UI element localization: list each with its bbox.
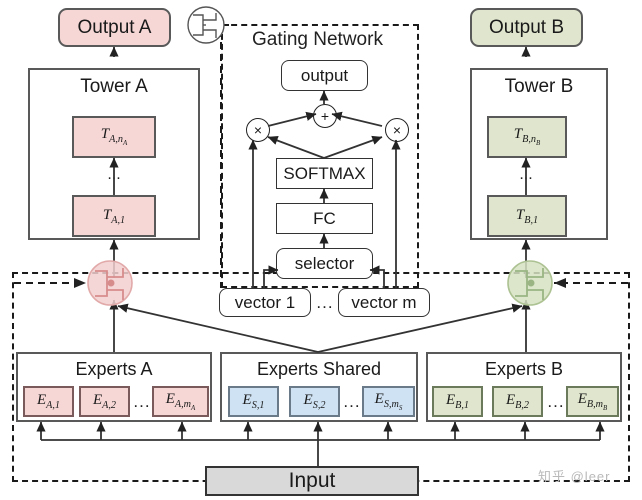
gate-symbol-layer [87,6,553,306]
diagram-canvas: Gating Network Output A Output B Tower A… [0,0,642,500]
gate-symbol-task-b[interactable] [507,260,553,306]
gate-symbol-reference [187,6,225,44]
gate-symbol-task-a[interactable] [87,260,133,306]
